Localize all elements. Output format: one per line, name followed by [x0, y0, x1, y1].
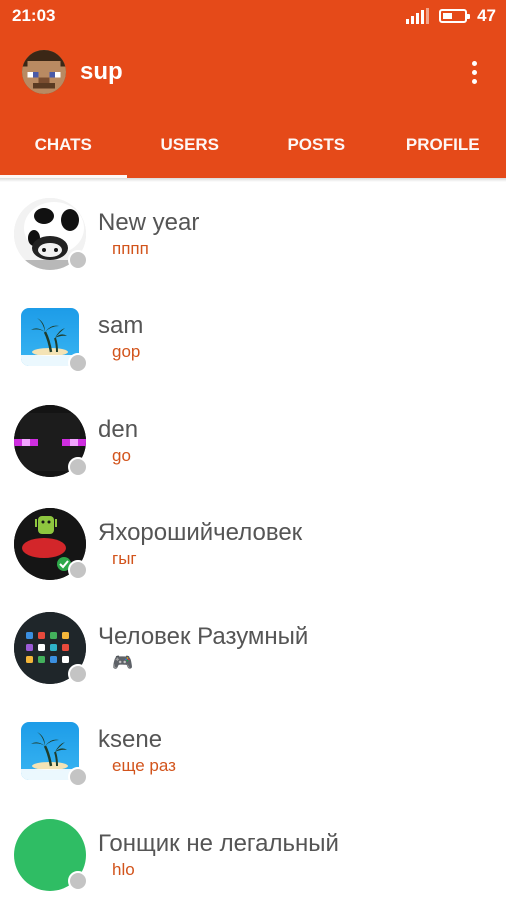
offline-status-dot — [68, 663, 88, 684]
tab-bar: CHATS USERS POSTS PROFILE — [0, 112, 506, 178]
chat-last-message: гыг — [112, 549, 137, 569]
chat-name: ksene — [98, 726, 163, 754]
chat-name: sam — [98, 312, 144, 340]
chat-last-message: еще раз — [112, 756, 176, 776]
chat-avatar — [14, 508, 88, 581]
battery-icon — [439, 9, 471, 23]
status-icons: 47 — [406, 6, 496, 26]
chat-avatar — [14, 818, 88, 891]
chat-avatar — [14, 197, 88, 270]
chat-name: Человек Разумный — [98, 622, 309, 650]
status-bar: 21:03 47 — [0, 0, 506, 32]
offline-status-dot — [68, 560, 88, 581]
app-title: sup — [80, 58, 123, 85]
chat-name: New year — [98, 208, 200, 236]
chat-last-message: hlo — [112, 859, 135, 879]
tab-profile-label: PROFILE — [405, 135, 480, 154]
battery-fill — [443, 13, 453, 19]
user-avatar[interactable] — [22, 50, 66, 94]
offline-status-dot — [68, 249, 88, 270]
minecraft-steve-icon — [22, 50, 66, 94]
chat-avatar — [14, 301, 88, 374]
chat-list-item[interactable]: Гонщик не легальный hlo — [0, 803, 506, 900]
chat-name: den — [98, 415, 139, 443]
chat-list-item[interactable]: den go — [0, 389, 506, 493]
battery-level: 47 — [477, 6, 496, 25]
tab-posts-label: POSTS — [287, 135, 346, 154]
chat-avatar — [14, 611, 88, 684]
chat-last-message: 🎮 — [112, 652, 134, 672]
chat-avatar — [14, 404, 88, 477]
tab-users[interactable]: USERS — [127, 112, 254, 178]
chat-list: New year пппп sam gop den go Яхорошийчел… — [0, 182, 506, 900]
chat-last-message: пппп — [112, 238, 149, 258]
offline-status-dot — [68, 870, 88, 891]
tab-chats-label: CHATS — [34, 135, 92, 154]
tab-chats[interactable]: CHATS — [0, 112, 127, 178]
more-vert-icon[interactable] — [462, 54, 486, 90]
status-time: 21:03 — [12, 6, 56, 25]
offline-status-dot — [68, 456, 88, 477]
chat-list-item[interactable]: New year пппп — [0, 182, 506, 286]
chat-name: Яхорошийчеловек — [98, 519, 303, 547]
chat-list-item[interactable]: sam gop — [0, 286, 506, 390]
chat-list-item[interactable]: Яхорошийчеловек гыг — [0, 493, 506, 597]
chat-name: Гонщик не легальный — [98, 829, 339, 857]
chat-last-message: go — [112, 445, 131, 465]
tab-profile[interactable]: PROFILE — [380, 112, 506, 178]
chat-last-message: gop — [112, 342, 141, 362]
chat-avatar — [14, 715, 88, 788]
tab-users-label: USERS — [160, 135, 220, 154]
tab-posts[interactable]: POSTS — [253, 112, 380, 178]
chat-list-item[interactable]: Человек Разумный 🎮 — [0, 596, 506, 700]
signal-icon — [406, 8, 430, 24]
app-bar: sup — [0, 32, 506, 112]
chat-list-item[interactable]: ksene еще раз — [0, 700, 506, 804]
